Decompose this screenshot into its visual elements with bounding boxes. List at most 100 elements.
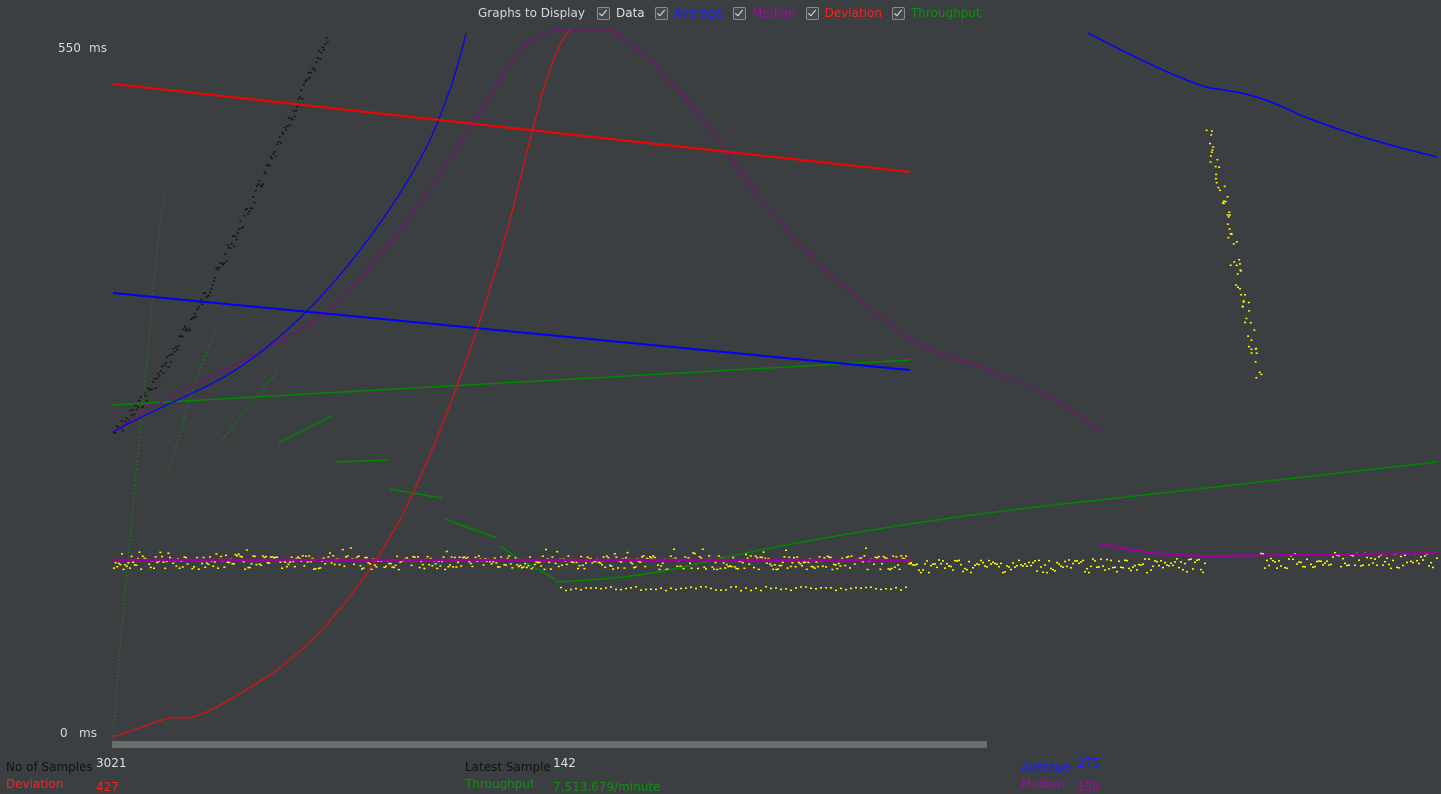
- data-point: [1378, 556, 1380, 558]
- data-point: [970, 571, 972, 574]
- data-point: [281, 567, 283, 569]
- data-point: [895, 586, 897, 589]
- data-point: [1156, 560, 1158, 563]
- data-point: [431, 564, 434, 567]
- data-point: [1432, 566, 1434, 569]
- data-point-early: [182, 328, 185, 331]
- data-point: [175, 565, 178, 567]
- data-point: [1328, 564, 1330, 566]
- data-point-early: [326, 41, 329, 43]
- data-point: [740, 589, 742, 592]
- data-point-early: [210, 288, 213, 290]
- data-point: [700, 557, 703, 559]
- data-point: [1098, 566, 1100, 568]
- data-point: [936, 566, 938, 569]
- data-point: [930, 564, 932, 567]
- data-point-early: [236, 232, 239, 234]
- data-point: [1072, 562, 1074, 565]
- data-point: [910, 562, 912, 565]
- data-point: [1050, 567, 1052, 570]
- data-point: [629, 561, 632, 564]
- data-point: [466, 556, 469, 559]
- data-point: [1066, 565, 1068, 568]
- data-point: [625, 587, 627, 590]
- data-point-early: [238, 228, 241, 230]
- data-point: [932, 563, 934, 565]
- data-point: [1344, 562, 1346, 565]
- data-point: [125, 565, 128, 568]
- data-point-early: [320, 51, 323, 54]
- data-point-early: [314, 69, 317, 72]
- data-point: [775, 587, 777, 589]
- data-point: [795, 587, 797, 589]
- data-point: [1420, 556, 1422, 558]
- data-point: [1250, 339, 1253, 341]
- throughput-stat-label: Throughput: [465, 777, 535, 791]
- data-point: [233, 563, 235, 565]
- data-point: [276, 556, 279, 558]
- data-point-early: [121, 429, 124, 432]
- data-point: [926, 560, 928, 562]
- data-point-early: [272, 153, 275, 155]
- data-point-early: [125, 417, 128, 419]
- data-point: [1326, 560, 1328, 562]
- data-point: [525, 566, 528, 569]
- data-point: [209, 556, 211, 558]
- data-point: [794, 566, 797, 568]
- data-point: [1172, 564, 1174, 567]
- data-point: [1138, 563, 1140, 566]
- data-point: [1056, 561, 1058, 564]
- data-point: [242, 561, 245, 563]
- data-point-early: [187, 327, 190, 330]
- data-point: [1255, 352, 1258, 354]
- data-point: [942, 560, 944, 562]
- data-point: [1238, 288, 1241, 290]
- data-point-early: [211, 284, 214, 286]
- data-point: [885, 588, 887, 590]
- data-point: [1204, 562, 1206, 565]
- data-point: [500, 556, 503, 558]
- data-point: [1258, 371, 1261, 374]
- data-point: [557, 565, 560, 568]
- data-point: [658, 568, 661, 571]
- horizontal-scrollbar[interactable]: [112, 741, 987, 748]
- data-point: [805, 586, 807, 588]
- data-point: [743, 567, 746, 570]
- data-point: [1224, 200, 1227, 203]
- data-point: [684, 556, 687, 558]
- data-point: [561, 564, 563, 566]
- median-series: [112, 29, 1438, 562]
- data-point: [1022, 565, 1024, 567]
- data-point: [730, 586, 732, 588]
- data-point: [225, 554, 227, 557]
- data-point-early: [124, 420, 127, 423]
- data-point: [1120, 566, 1122, 569]
- data-point-early: [248, 210, 251, 213]
- data-point: [220, 555, 223, 558]
- data-point: [701, 548, 704, 550]
- data-point: [865, 586, 867, 589]
- data-point: [1116, 570, 1118, 573]
- data-point: [148, 563, 151, 565]
- data-point: [1235, 284, 1238, 286]
- data-point: [1239, 269, 1242, 271]
- data-point: [897, 564, 899, 566]
- data-point: [1004, 571, 1006, 573]
- data-point-early: [166, 356, 169, 358]
- data-point: [255, 563, 258, 566]
- data-point: [988, 559, 990, 562]
- average-right: [1087, 32, 1438, 158]
- data-point: [545, 548, 547, 551]
- data-point-early: [263, 170, 266, 173]
- data-point: [1270, 557, 1272, 560]
- data-point: [1348, 564, 1350, 566]
- data-point: [765, 586, 767, 588]
- data-point-early: [287, 116, 290, 119]
- data-point: [881, 562, 883, 565]
- data-point: [1236, 273, 1239, 275]
- data-point: [1182, 569, 1184, 571]
- data-point: [223, 566, 226, 568]
- data-point: [607, 556, 610, 559]
- data-point: [1314, 565, 1316, 568]
- data-point: [765, 562, 768, 564]
